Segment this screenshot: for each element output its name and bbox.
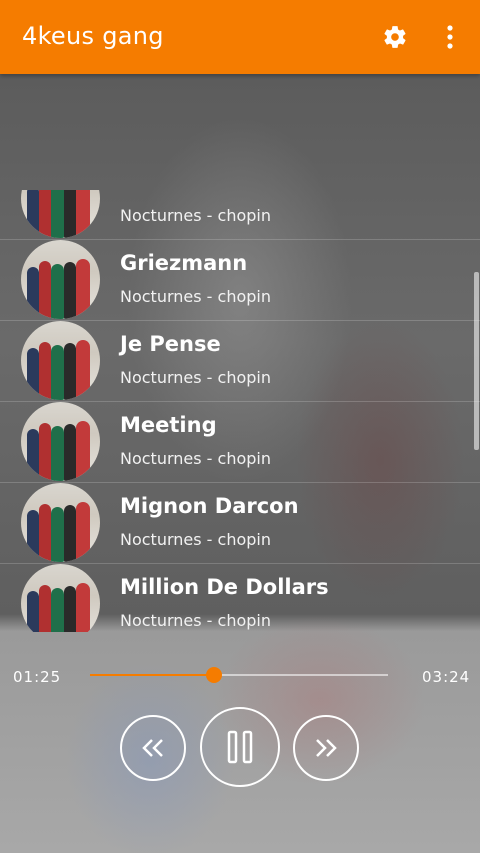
song-subtitle: Nocturnes - chopin xyxy=(120,368,271,387)
song-title: Million De Dollars xyxy=(120,575,329,599)
list-item[interactable]: Nocturnes - chopin xyxy=(0,190,480,240)
fast-forward-icon xyxy=(316,739,337,757)
pause-button[interactable] xyxy=(200,707,280,787)
elapsed-time: 01:25 xyxy=(13,668,62,686)
song-subtitle: Nocturnes - chopin xyxy=(120,449,271,468)
list-item[interactable]: Je Pense Nocturnes - chopin xyxy=(0,320,480,402)
seek-bar[interactable] xyxy=(90,667,388,683)
app-bar: 4keus gang xyxy=(0,0,480,74)
album-art xyxy=(21,402,100,481)
list-item[interactable]: Meeting Nocturnes - chopin xyxy=(0,401,480,483)
album-art xyxy=(21,483,100,562)
app-title: 4keus gang xyxy=(22,22,164,50)
album-art xyxy=(21,190,100,238)
list-item[interactable]: Mignon Darcon Nocturnes - chopin xyxy=(0,482,480,564)
song-subtitle: Nocturnes - chopin xyxy=(120,611,271,630)
song-subtitle: Nocturnes - chopin xyxy=(120,530,271,549)
song-title: Mignon Darcon xyxy=(120,494,299,518)
song-title: Meeting xyxy=(120,413,217,437)
song-subtitle: Nocturnes - chopin xyxy=(120,206,271,225)
album-art xyxy=(21,240,100,319)
pause-icon xyxy=(227,730,253,764)
fast-forward-button[interactable] xyxy=(293,715,359,781)
rewind-button[interactable] xyxy=(120,715,186,781)
more-vert-icon[interactable] xyxy=(438,24,462,50)
song-list[interactable]: Nocturnes - chopin Griezmann Nocturnes -… xyxy=(0,190,480,632)
album-art xyxy=(21,564,100,632)
song-subtitle: Nocturnes - chopin xyxy=(120,287,271,306)
song-title: Griezmann xyxy=(120,251,248,275)
album-art xyxy=(21,321,100,400)
total-time: 03:24 xyxy=(422,668,471,686)
rewind-icon xyxy=(142,739,163,757)
player-controls: 01:25 03:24 xyxy=(0,636,480,853)
scrollbar[interactable] xyxy=(474,272,479,450)
gear-icon[interactable] xyxy=(382,24,408,50)
song-title: Je Pense xyxy=(120,332,221,356)
list-item[interactable]: Million De Dollars Nocturnes - chopin xyxy=(0,563,480,632)
seek-progress xyxy=(90,674,215,676)
list-item[interactable]: Griezmann Nocturnes - chopin xyxy=(0,239,480,321)
seek-thumb[interactable] xyxy=(206,667,223,683)
